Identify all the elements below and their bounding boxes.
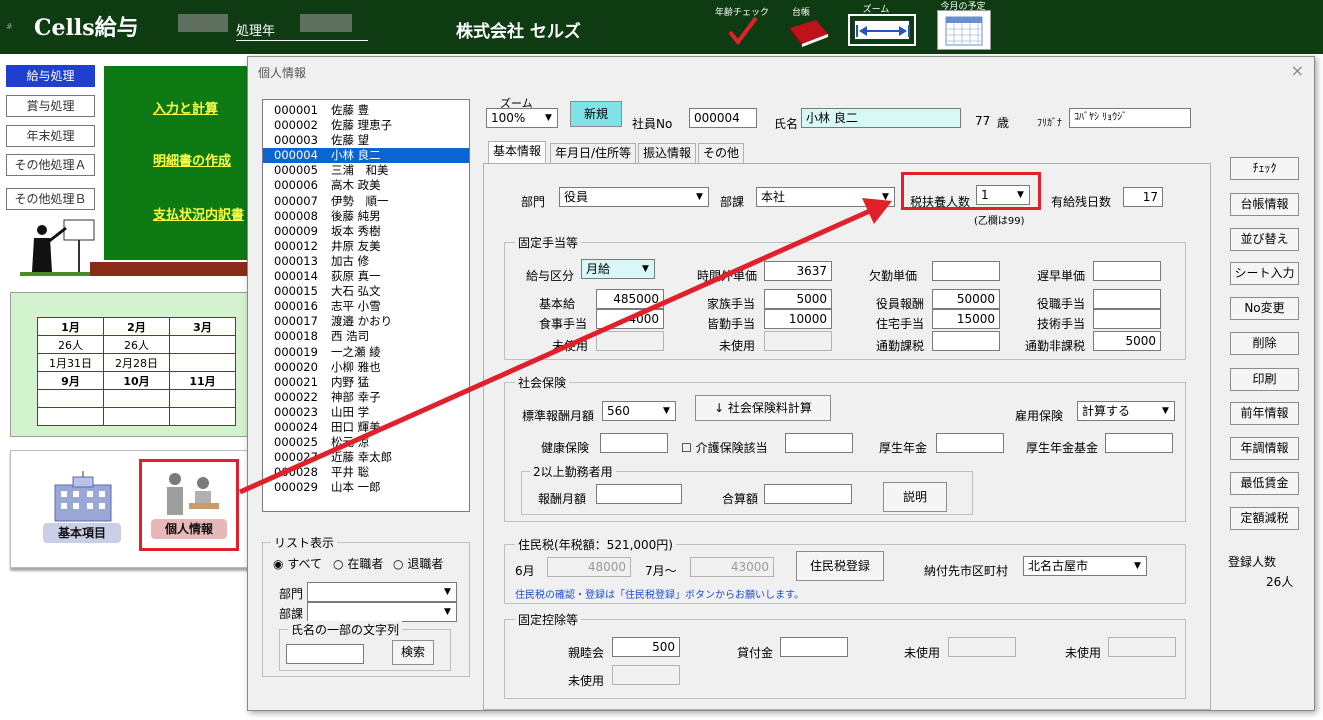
annotation-arrow: [238, 198, 892, 495]
